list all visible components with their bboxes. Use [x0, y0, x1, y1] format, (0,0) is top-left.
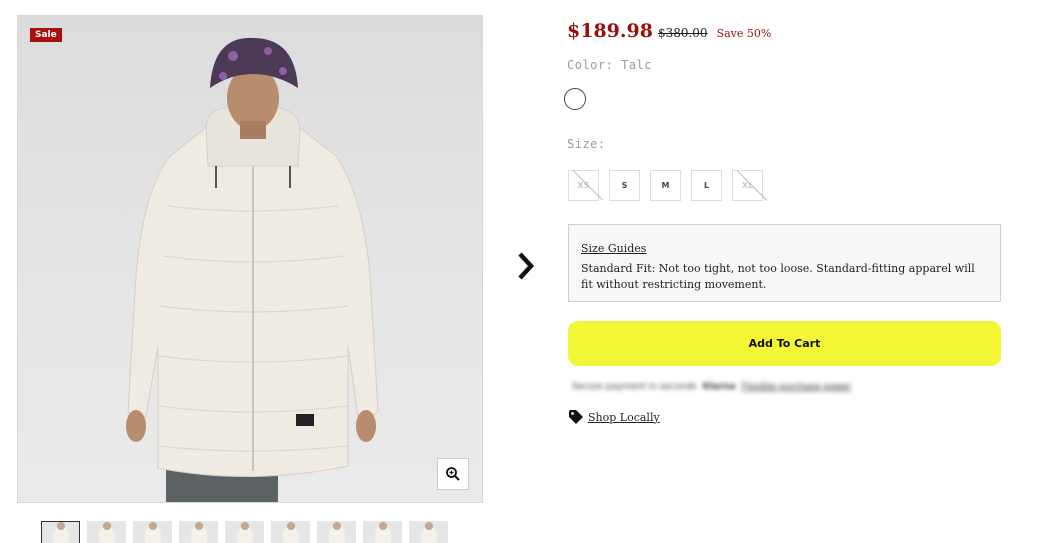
- size-option-l[interactable]: L: [691, 170, 722, 201]
- thumbnail-6[interactable]: [271, 521, 310, 543]
- size-guides-link[interactable]: Size Guides: [581, 242, 646, 255]
- tag-icon: [569, 410, 583, 424]
- shop-locally-link[interactable]: Shop Locally: [588, 411, 660, 424]
- zoom-button[interactable]: [437, 458, 469, 490]
- add-to-cart-button[interactable]: Add To Cart: [568, 321, 1001, 366]
- size-guide-box: Size Guides Standard Fit: Not too tight,…: [568, 224, 1001, 302]
- product-photo: [126, 37, 379, 502]
- payment-info: Secure payment in seconds Klarna Flexibl…: [572, 382, 851, 392]
- zoom-in-icon: [446, 467, 460, 481]
- size-label: Size:: [567, 137, 606, 151]
- secure-payment-text: Secure payment in seconds: [572, 382, 697, 392]
- thumbnail-3[interactable]: [133, 521, 172, 543]
- thumbnail-strip: [41, 521, 448, 543]
- thumbnail-8[interactable]: [363, 521, 402, 543]
- size-option-xl[interactable]: XL: [732, 170, 763, 201]
- payment-brand: Klarna: [702, 382, 736, 392]
- payment-link[interactable]: Flexible purchase power: [742, 382, 852, 392]
- size-option-xs[interactable]: XS: [568, 170, 599, 201]
- size-options: XS S M L XL: [568, 170, 763, 201]
- product-page: Sale $189.98 $380.00 Save 50% Color: Tal…: [0, 0, 1047, 543]
- sale-badge: Sale: [30, 28, 62, 42]
- product-image-gallery[interactable]: Sale: [17, 15, 483, 503]
- save-percentage: Save 50%: [716, 27, 772, 40]
- color-swatch-talc[interactable]: [564, 88, 586, 110]
- price-row: $189.98 $380.00 Save 50%: [567, 20, 771, 42]
- thumbnail-1[interactable]: [41, 521, 80, 543]
- thumbnail-2[interactable]: [87, 521, 126, 543]
- size-option-m[interactable]: M: [650, 170, 681, 201]
- thumbnail-4[interactable]: [179, 521, 218, 543]
- color-value: Talc: [621, 58, 652, 72]
- chevron-right-icon: [518, 252, 535, 280]
- sale-price: $189.98: [567, 20, 653, 42]
- shop-locally[interactable]: Shop Locally: [568, 409, 660, 425]
- fit-description: Standard Fit: Not too tight, not too loo…: [581, 262, 975, 291]
- size-option-s[interactable]: S: [609, 170, 640, 201]
- next-image-button[interactable]: [511, 248, 539, 284]
- thumbnail-9[interactable]: [409, 521, 448, 543]
- thumbnail-7[interactable]: [317, 521, 356, 543]
- color-label-text: Color:: [567, 58, 614, 72]
- original-price: $380.00: [657, 26, 708, 40]
- color-label: Color: Talc: [567, 58, 652, 72]
- thumbnail-5[interactable]: [225, 521, 264, 543]
